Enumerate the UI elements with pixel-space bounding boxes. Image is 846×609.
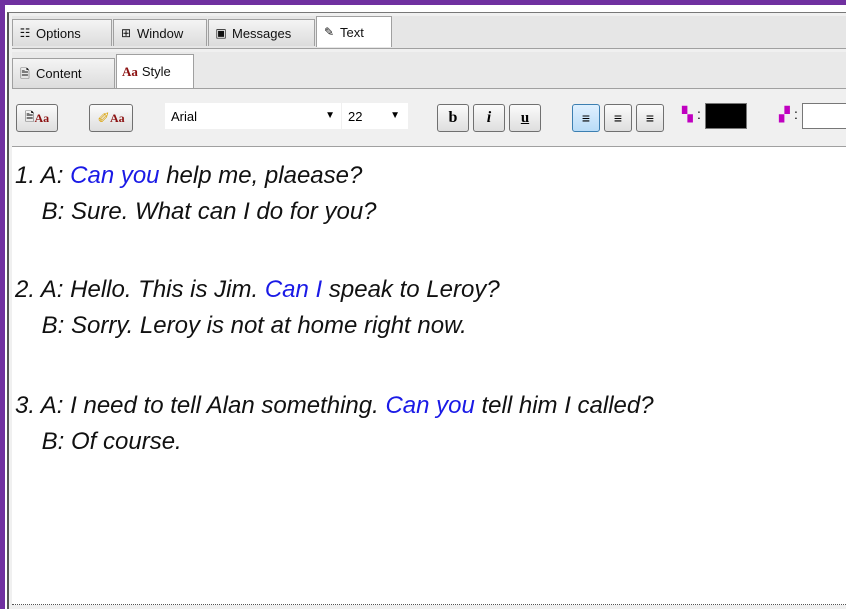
font-size-select[interactable]: 22 ▼: [341, 102, 409, 130]
main-tab-bar: ☷ Options ⊞ Window ▣ Messages ✎ Text: [12, 16, 846, 49]
dialog-3-line-a: 3. A: I need to tell Alan something. Can…: [15, 392, 654, 419]
underline-button[interactable]: u: [509, 104, 541, 132]
clear-style-button[interactable]: ✐ Aa: [89, 104, 133, 132]
text-editor[interactable]: 1. A: Can you help me, plaease? B: Sure.…: [12, 147, 846, 605]
font-family-select[interactable]: Arial ▼: [164, 102, 344, 130]
tab-style-label: Style: [141, 64, 171, 79]
dialog-1-line-a: 1. A: Can you help me, plaease?: [15, 162, 363, 189]
messages-icon: ▣: [215, 26, 227, 40]
tab-text[interactable]: ✎ Text: [316, 16, 392, 47]
options-icon: ☷: [19, 26, 31, 40]
clear-aa-text: Aa: [109, 110, 125, 125]
chevron-down-icon: ▼: [325, 110, 335, 121]
tab-style[interactable]: Aa Style: [116, 54, 194, 88]
align-center-icon: ≡: [613, 110, 623, 126]
align-left-button[interactable]: ≡: [572, 104, 600, 132]
dialog-2-line-b: B: Sorry. Leroy is not at home right now…: [15, 312, 467, 339]
style-aa-icon: Aa: [122, 63, 138, 79]
bold-button[interactable]: b: [437, 104, 469, 132]
edit-text-icon: ✎: [323, 25, 335, 39]
tab-content-label: Content: [36, 66, 82, 81]
align-right-icon: ≡: [645, 110, 655, 126]
window-icon: ⊞: [120, 26, 132, 40]
foreground-color-icon: ▚: [682, 106, 693, 122]
document-icon: 🗎: [24, 109, 35, 124]
broom-icon: ✐: [97, 110, 110, 127]
dialog-2-line-a: 2. A: Hello. This is Jim. Can I speak to…: [15, 276, 500, 303]
font-size-value: 22: [348, 108, 363, 124]
foreground-color-swatch[interactable]: [705, 103, 747, 129]
tab-window[interactable]: ⊞ Window: [113, 19, 207, 46]
sub-tab-bar: 🗎 Content Aa Style: [12, 52, 846, 89]
align-right-button[interactable]: ≡: [636, 104, 664, 132]
tab-options-label: Options: [36, 25, 81, 41]
tab-text-label: Text: [340, 24, 364, 40]
background-color-swatch[interactable]: [802, 103, 846, 129]
highlight-phrase: Can I: [264, 276, 323, 303]
highlight-phrase: Can you: [70, 162, 160, 189]
fg-color-label: :: [697, 106, 701, 122]
bold-icon: b: [448, 109, 458, 126]
document-icon: 🗎: [20, 66, 30, 81]
bg-color-label: :: [794, 106, 798, 122]
chevron-down-icon: ▼: [390, 110, 400, 121]
italic-icon: i: [486, 109, 492, 126]
font-family-value: Arial: [171, 108, 198, 124]
highlight-phrase: Can you: [385, 392, 475, 419]
tab-messages[interactable]: ▣ Messages: [208, 19, 315, 46]
italic-button[interactable]: i: [473, 104, 505, 132]
align-left-icon: ≡: [581, 110, 591, 126]
text-style-button[interactable]: 🗎 Aa: [16, 104, 58, 132]
align-center-button[interactable]: ≡: [604, 104, 632, 132]
dialog-1-line-b: B: Sure. What can I do for you?: [15, 198, 377, 225]
background-color-icon: ▞: [779, 106, 790, 122]
tab-content[interactable]: 🗎 Content: [12, 58, 115, 88]
dialog-3-line-b: B: Of course.: [15, 428, 182, 455]
format-toolbar: 🗎 Aa ✐ Aa Arial ▼ 22 ▼ b i u ≡ ≡ ≡ ▚ : ▞…: [12, 92, 846, 147]
tab-window-label: Window: [137, 25, 184, 41]
tab-options[interactable]: ☷ Options: [12, 19, 112, 46]
style-aa-text: Aa: [34, 110, 50, 125]
tab-messages-label: Messages: [232, 25, 292, 41]
underline-icon: u: [520, 109, 530, 126]
